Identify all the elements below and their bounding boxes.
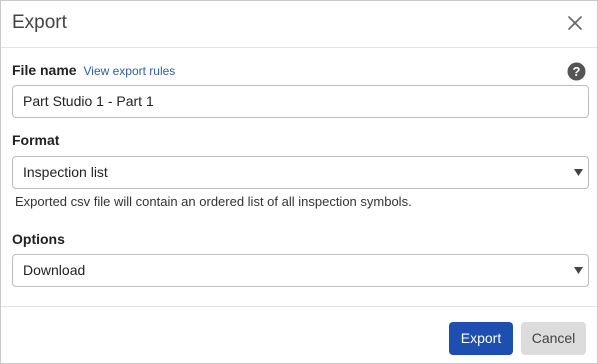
view-export-rules-link[interactable]: View export rules bbox=[83, 64, 175, 78]
export-dialog: Export File name View export rules ? Par… bbox=[0, 0, 598, 364]
format-label: Format bbox=[12, 132, 60, 148]
footer-divider bbox=[1, 306, 597, 307]
format-select[interactable]: Inspection list bbox=[12, 156, 589, 189]
options-select-value: Download bbox=[23, 262, 86, 278]
chevron-down-icon bbox=[574, 169, 583, 176]
svg-text:?: ? bbox=[573, 64, 581, 79]
format-select-value: Inspection list bbox=[23, 164, 108, 180]
file-name-input[interactable]: Part Studio 1 - Part 1 bbox=[12, 85, 589, 118]
format-hint: Exported csv file will contain an ordere… bbox=[15, 194, 412, 209]
file-name-label: File name bbox=[12, 62, 77, 78]
options-label: Options bbox=[12, 231, 65, 247]
export-button[interactable]: Export bbox=[449, 322, 513, 355]
help-icon[interactable]: ? bbox=[567, 62, 586, 81]
file-name-label-row: File name View export rules bbox=[12, 62, 175, 78]
chevron-down-icon bbox=[574, 267, 583, 274]
dialog-header: Export bbox=[1, 1, 597, 48]
options-select[interactable]: Download bbox=[12, 254, 589, 287]
close-icon[interactable] bbox=[565, 13, 585, 33]
cancel-button[interactable]: Cancel bbox=[521, 322, 586, 355]
dialog-title: Export bbox=[12, 12, 67, 33]
